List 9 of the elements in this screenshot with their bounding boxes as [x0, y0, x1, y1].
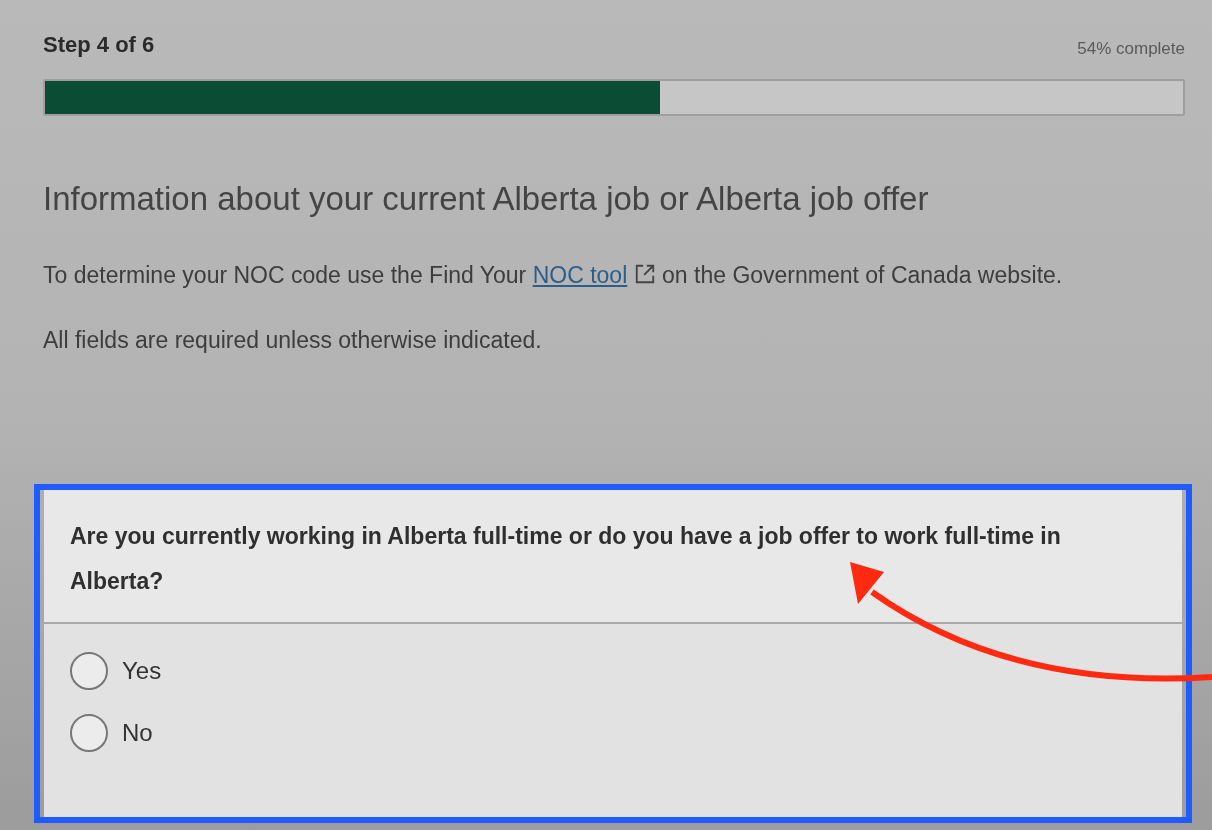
radio-option[interactable]: Yes: [70, 652, 1156, 690]
radio-option[interactable]: No: [70, 714, 1156, 752]
required-note: All fields are required unless otherwise indicated.: [43, 325, 543, 355]
percent-label: 54% complete: [1077, 37, 1185, 60]
question-text: Are you currently working in Alberta full-time or do you have a job offer to work full-time in Alberta?: [70, 522, 1062, 596]
external-link-icon: [633, 262, 656, 285]
section-heading: Information about your current Alberta job or Alberta job offer: [43, 179, 930, 219]
step-label: Step 4 of 6: [43, 31, 155, 59]
intro-text: To determine your NOC code use the Find Your NOC tool on the Government of Canada website.: [43, 260, 1064, 290]
